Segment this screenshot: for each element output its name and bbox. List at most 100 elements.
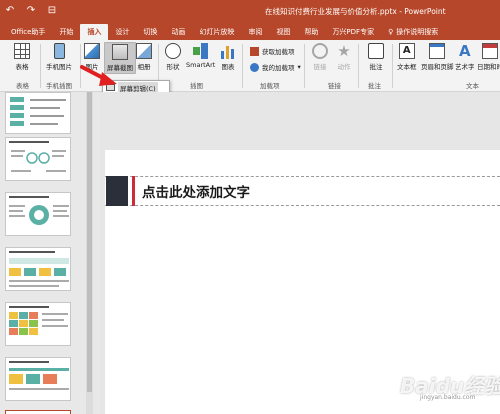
shape-button[interactable]: 形状	[165, 43, 181, 71]
group-table-label: 表格	[16, 82, 29, 90]
addins-icon	[250, 62, 259, 72]
title-bar: ↶ ↷ ⊟ 在线知识付费行业发展与价值分析.pptx - PowerPoint	[0, 0, 500, 22]
store-icon	[250, 46, 259, 56]
tell-me-search[interactable]: ♀ 操作说明搜索	[381, 24, 445, 40]
get-addins-button[interactable]: 获取加载项	[250, 46, 295, 56]
table-label: 表格	[15, 63, 29, 71]
chart-label: 图表	[221, 63, 235, 71]
link-icon	[312, 43, 328, 59]
header-footer-button[interactable]: 页眉和页脚	[421, 43, 454, 71]
start-presentation-icon[interactable]: ⊟	[46, 4, 58, 18]
group-phone-label: 手机插图	[46, 82, 72, 90]
calendar-icon	[482, 43, 498, 59]
slide-thumbnail[interactable]	[5, 92, 71, 134]
window-title: 在线知识付费行业发展与价值分析.pptx - PowerPoint	[265, 7, 446, 16]
comment-button[interactable]: 批注	[368, 43, 384, 71]
textbox-label: 文本框	[397, 63, 417, 71]
group-addins-label: 加载项	[260, 82, 280, 90]
title-accent-bar	[132, 176, 135, 206]
divider	[358, 44, 359, 88]
date-time-button[interactable]: 日期和时	[477, 43, 500, 71]
undo-icon[interactable]: ↶	[4, 4, 16, 18]
album-label: 相册	[137, 63, 151, 71]
tab-insert[interactable]: 插入	[80, 24, 109, 40]
slide-thumbnail-preview	[9, 306, 68, 335]
tab-transitions[interactable]: 切换	[136, 24, 164, 40]
my-addins-label: 我的加载项	[262, 64, 295, 72]
redo-icon[interactable]: ↷	[25, 4, 37, 18]
tab-home[interactable]: 开始	[52, 24, 80, 40]
slide-thumbnail-preview	[9, 361, 69, 390]
chevron-down-icon: ▾	[297, 63, 301, 71]
tab-slideshow[interactable]: 幻灯片放映	[192, 24, 241, 40]
smartart-button[interactable]: SmartArt	[186, 43, 215, 69]
slide-thumbnail-preview	[10, 97, 66, 126]
slide-thumbnail[interactable]	[5, 247, 71, 291]
divider	[40, 44, 41, 88]
slide-thumbnail[interactable]	[5, 192, 71, 236]
slide-thumbnail[interactable]	[5, 357, 71, 401]
star-icon: ★	[337, 42, 351, 60]
table-button[interactable]: 表格	[14, 43, 30, 71]
album-button[interactable]: 相册	[136, 43, 152, 71]
thumbnail-scrollbar[interactable]	[86, 92, 93, 414]
tell-me-label: 操作说明搜索	[396, 28, 439, 36]
comment-label: 批注	[369, 63, 383, 71]
divider	[392, 44, 393, 88]
wordart-icon: A	[458, 42, 471, 60]
red-arrow-annotation	[80, 65, 117, 86]
link-button[interactable]: 链接	[312, 43, 328, 71]
screenshot-icon	[112, 44, 128, 60]
tab-view[interactable]: 视图	[269, 24, 297, 40]
date-time-label: 日期和时	[477, 63, 500, 71]
textbox-button[interactable]: A 文本框	[397, 43, 417, 71]
phone-picture-label: 手机图片	[46, 63, 72, 71]
slide-thumbnail-preview	[9, 251, 69, 287]
group-text-label: 文本	[466, 82, 479, 90]
action-button[interactable]: ★ 动作	[336, 43, 352, 71]
get-addins-label: 获取加载项	[262, 48, 295, 56]
slide-thumbnail-preview	[9, 141, 66, 172]
title-accent-block	[106, 176, 128, 206]
phone-picture-button[interactable]: 手机图片	[46, 43, 72, 71]
table-icon	[14, 43, 30, 59]
slide-thumbnail-selected[interactable]	[5, 410, 71, 414]
wordart-button[interactable]: A 艺术字	[455, 43, 475, 71]
chart-icon	[220, 43, 236, 59]
tab-design[interactable]: 设计	[108, 24, 136, 40]
shape-label: 形状	[166, 63, 180, 71]
slide-thumbnail[interactable]	[5, 302, 71, 346]
divider	[304, 44, 305, 88]
action-label: 动作	[337, 63, 351, 71]
tab-wondershare-pdf[interactable]: 万兴PDF专家	[325, 24, 381, 40]
title-placeholder-text[interactable]: 点击此处添加文字	[142, 181, 250, 201]
slide-thumbnail[interactable]	[5, 137, 71, 181]
header-footer-label: 页眉和页脚	[421, 63, 454, 71]
album-icon	[136, 43, 152, 59]
group-comments-label: 批注	[368, 82, 381, 90]
group-illustrations-label: 插图	[190, 82, 203, 90]
shape-icon	[165, 43, 181, 59]
tab-review[interactable]: 审阅	[241, 24, 269, 40]
smartart-icon	[192, 43, 209, 59]
my-addins-button[interactable]: 我的加载项 ▾	[250, 62, 301, 72]
ribbon-insert: 表格 表格 手机图片 手机插图 图片 屏幕截图 相册 形状 SmartArt 图…	[0, 40, 500, 92]
scrollbar-thumb[interactable]	[87, 92, 92, 392]
slide-thumbnail-preview	[9, 196, 69, 225]
watermark-url: jingyan.baidu.com	[420, 394, 476, 401]
quick-access-toolbar: ↶ ↷ ⊟	[4, 4, 58, 18]
divider	[242, 44, 243, 88]
smartart-label: SmartArt	[186, 61, 216, 69]
header-footer-icon	[429, 43, 446, 59]
wordart-label: 艺术字	[455, 63, 475, 71]
ribbon-tabs: Office助手 开始 插入 设计 切换 动画 幻灯片放映 审阅 视图 帮助 万…	[0, 22, 500, 40]
picture-icon	[84, 43, 100, 59]
chart-button[interactable]: 图表	[220, 43, 236, 71]
tab-help[interactable]: 帮助	[297, 24, 325, 40]
tab-animations[interactable]: 动画	[164, 24, 192, 40]
comment-icon	[368, 43, 384, 59]
lightbulb-icon: ♀	[388, 28, 394, 36]
tab-office-assistant[interactable]: Office助手	[4, 24, 52, 40]
slide-thumbnail-panel	[0, 92, 100, 414]
link-label: 链接	[313, 63, 327, 71]
